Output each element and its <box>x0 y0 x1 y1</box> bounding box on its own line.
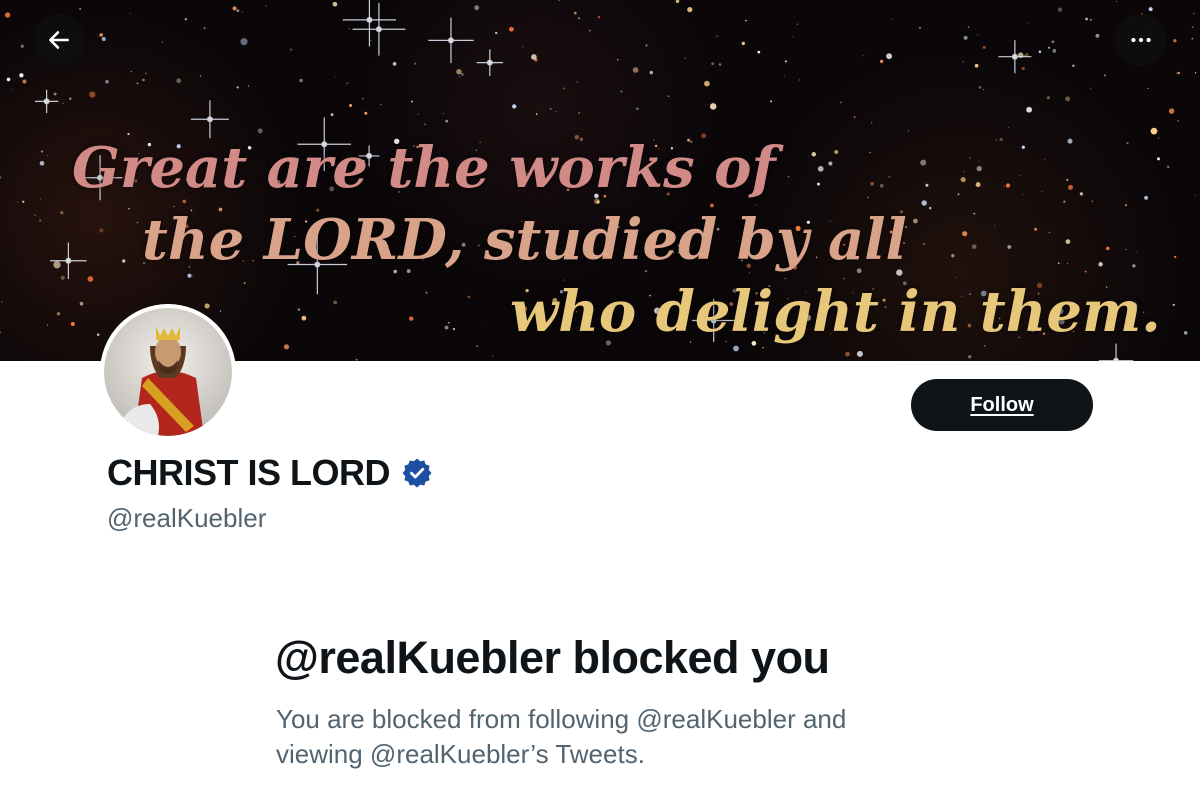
follow-button[interactable]: Follow <box>911 379 1093 431</box>
verified-badge-icon <box>402 458 432 488</box>
profile-name-row: CHRIST IS LORD <box>107 452 432 494</box>
avatar-image <box>104 308 232 436</box>
display-name: CHRIST IS LORD <box>107 452 391 493</box>
arrow-left-icon <box>49 31 69 49</box>
avatar[interactable] <box>100 304 236 440</box>
more-horizontal-icon <box>1131 37 1151 43</box>
banner-verse-line-2: the LORD, studied by all <box>142 207 907 273</box>
banner-verse-line-3: who delight in them. <box>510 279 1161 345</box>
back-button[interactable] <box>33 14 85 66</box>
profile-handle: @realKuebler <box>107 503 267 533</box>
banner-verse-line-1: Great are the works of <box>72 135 776 201</box>
blocked-description: You are blocked from following @realKueb… <box>276 704 847 769</box>
more-options-button[interactable] <box>1115 14 1167 66</box>
blocked-title: @realKuebler blocked you <box>275 632 830 683</box>
